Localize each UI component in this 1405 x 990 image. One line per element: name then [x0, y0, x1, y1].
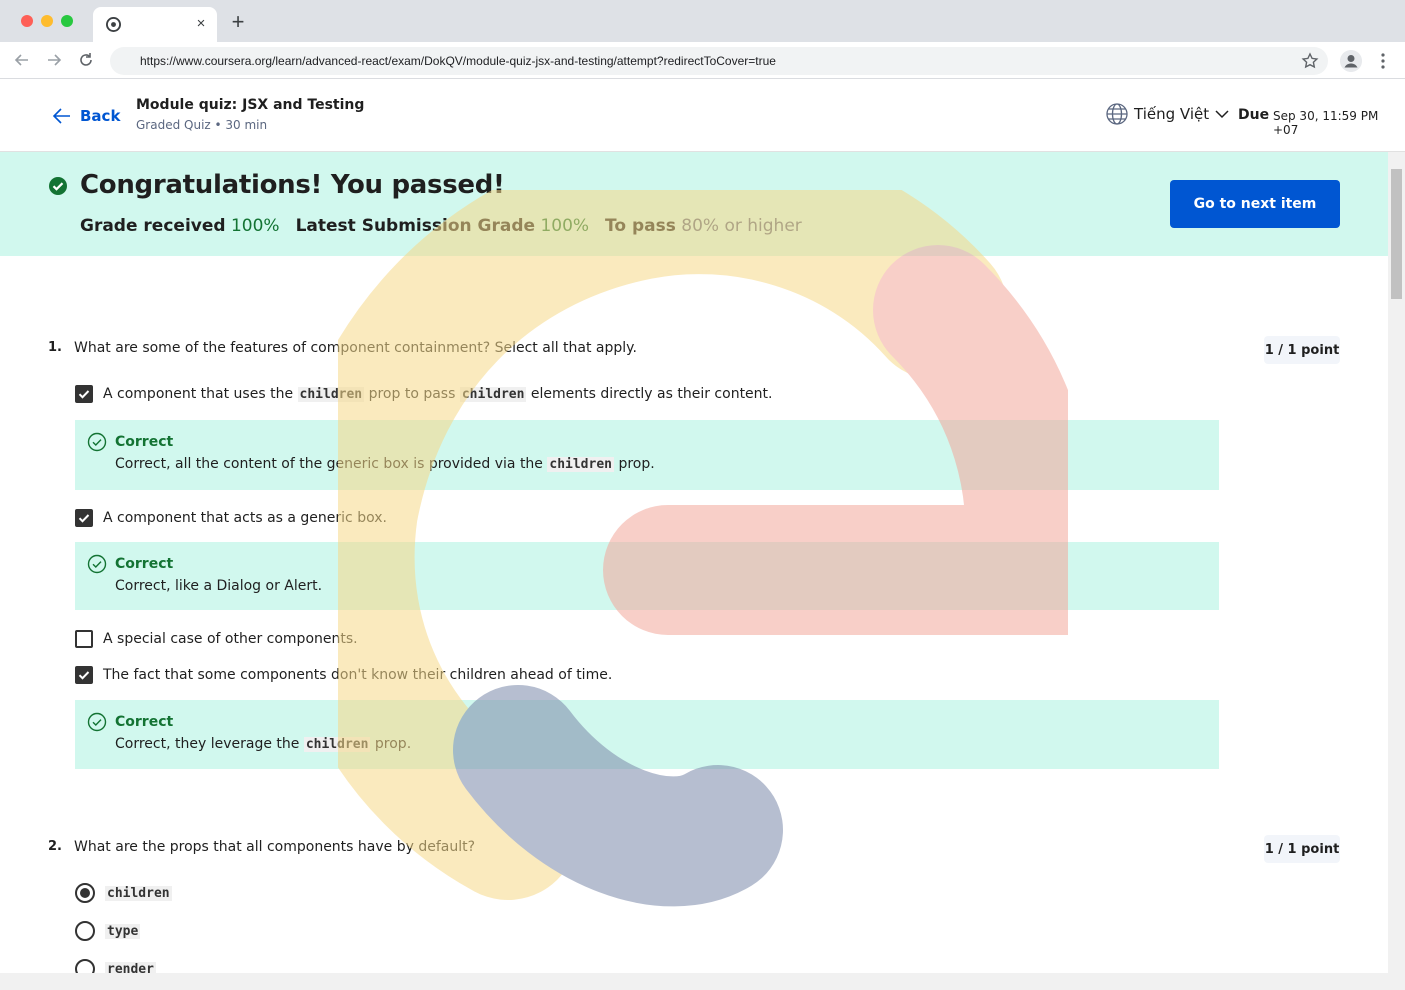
window-close-button[interactable]	[21, 15, 33, 27]
window-minimize-button[interactable]	[41, 15, 53, 27]
latest-grade-value: 100%	[540, 216, 590, 236]
question-text: What are some of the features of compone…	[74, 340, 637, 356]
checkbox-icon[interactable]	[75, 666, 93, 684]
back-button[interactable]: Back	[52, 105, 120, 127]
checkbox-icon[interactable]	[75, 509, 93, 527]
feedback-title: Correct	[115, 714, 174, 730]
back-label: Back	[80, 107, 121, 125]
window-maximize-button[interactable]	[61, 15, 73, 27]
feedback-correct: Correct Correct, all the content of the …	[75, 420, 1219, 490]
pass-value: 80% or higher	[681, 216, 802, 236]
option-text: children	[105, 885, 172, 901]
check-circle-outline-icon	[87, 712, 107, 732]
new-tab-button[interactable]: +	[228, 11, 248, 33]
result-banner: Congratulations! You passed! Grade recei…	[0, 152, 1388, 256]
browser-tab-bar: × +	[0, 0, 1405, 42]
feedback-correct: Correct Correct, they leverage the child…	[75, 700, 1219, 769]
due-label: Due	[1238, 107, 1270, 123]
question-text: What are the props that all components h…	[74, 839, 476, 855]
banner-title: Congratulations! You passed!	[80, 170, 505, 200]
grade-received-value: 100%	[230, 216, 280, 236]
grade-summary: Grade received 100% Latest Submission Gr…	[80, 216, 802, 236]
vertical-scrollbar[interactable]	[1388, 152, 1405, 973]
checkbox-icon[interactable]	[75, 385, 93, 403]
star-icon[interactable]	[1301, 52, 1319, 70]
feedback-title: Correct	[115, 556, 174, 572]
latest-grade-label: Latest Submission Grade	[295, 216, 536, 236]
grade-received-label: Grade received	[80, 216, 226, 236]
pass-label: To pass	[605, 216, 676, 236]
check-circle-icon	[49, 177, 67, 195]
option-text: The fact that some components don't know…	[103, 667, 613, 683]
browser-toolbar: https://www.coursera.org/learn/advanced-…	[0, 42, 1405, 79]
language-selector[interactable]: Tiếng Việt	[1106, 103, 1229, 125]
horizontal-scrollbar[interactable]	[0, 973, 1405, 990]
feedback-text: Correct, all the content of the generic …	[115, 456, 655, 472]
checkbox-option[interactable]: A special case of other components.	[75, 629, 358, 649]
tab-close-button[interactable]: ×	[193, 16, 209, 32]
more-icon[interactable]	[1376, 52, 1390, 70]
option-text: render	[105, 961, 156, 973]
checkbox-icon[interactable]	[75, 630, 93, 648]
forward-arrow-icon[interactable]	[44, 50, 64, 70]
radio-icon[interactable]	[75, 959, 95, 973]
option-text: A component that acts as a generic box.	[103, 510, 387, 526]
checkbox-option[interactable]: A component that uses the children prop …	[75, 384, 773, 404]
feedback-text: Correct, like a Dialog or Alert.	[115, 578, 323, 594]
radio-option[interactable]: render	[75, 959, 156, 973]
points-badge: 1 / 1 point	[1264, 835, 1340, 863]
radio-icon[interactable]	[75, 921, 95, 941]
chrome-icon	[106, 17, 121, 32]
feedback-text: Correct, they leverage the children prop…	[115, 736, 412, 752]
reload-icon[interactable]	[76, 50, 96, 70]
radio-option[interactable]: children	[75, 883, 172, 903]
checkbox-option[interactable]: A component that acts as a generic box.	[75, 508, 387, 528]
option-text: type	[105, 923, 141, 939]
arrow-left-icon	[52, 108, 70, 124]
back-arrow-icon[interactable]	[12, 50, 32, 70]
feedback-correct: Correct Correct, like a Dialog or Alert.	[75, 542, 1219, 610]
quiz-subtitle: Graded Quiz • 30 min	[136, 118, 268, 132]
check-circle-outline-icon	[87, 554, 107, 574]
due-date: Sep 30, 11:59 PM +07	[1273, 109, 1379, 137]
chevron-down-icon	[1215, 110, 1229, 119]
option-text: A component that uses the children prop …	[103, 386, 773, 402]
question-number: 1.	[48, 340, 62, 355]
quiz-content: 1. What are some of the features of comp…	[0, 256, 1388, 973]
go-to-next-item-button[interactable]: Go to next item	[1170, 180, 1340, 228]
profile-icon[interactable]	[1340, 50, 1362, 72]
language-label: Tiếng Việt	[1134, 105, 1210, 123]
radio-icon[interactable]	[75, 883, 95, 903]
feedback-title: Correct	[115, 434, 174, 450]
browser-tab[interactable]: ×	[93, 7, 217, 42]
url-text[interactable]: https://www.coursera.org/learn/advanced-…	[140, 54, 776, 68]
points-badge: 1 / 1 point	[1264, 336, 1340, 364]
option-text: A special case of other components.	[103, 631, 358, 647]
question-number: 2.	[48, 839, 62, 854]
address-bar[interactable]: https://www.coursera.org/learn/advanced-…	[110, 47, 1328, 75]
radio-option[interactable]: type	[75, 921, 141, 941]
quiz-title: Module quiz: JSX and Testing	[136, 97, 365, 113]
globe-icon	[1106, 103, 1128, 125]
quiz-header: Back Module quiz: JSX and Testing Graded…	[0, 79, 1405, 152]
scrollbar-thumb[interactable]	[1391, 169, 1402, 299]
checkbox-option[interactable]: The fact that some components don't know…	[75, 665, 612, 685]
check-circle-outline-icon	[87, 432, 107, 452]
